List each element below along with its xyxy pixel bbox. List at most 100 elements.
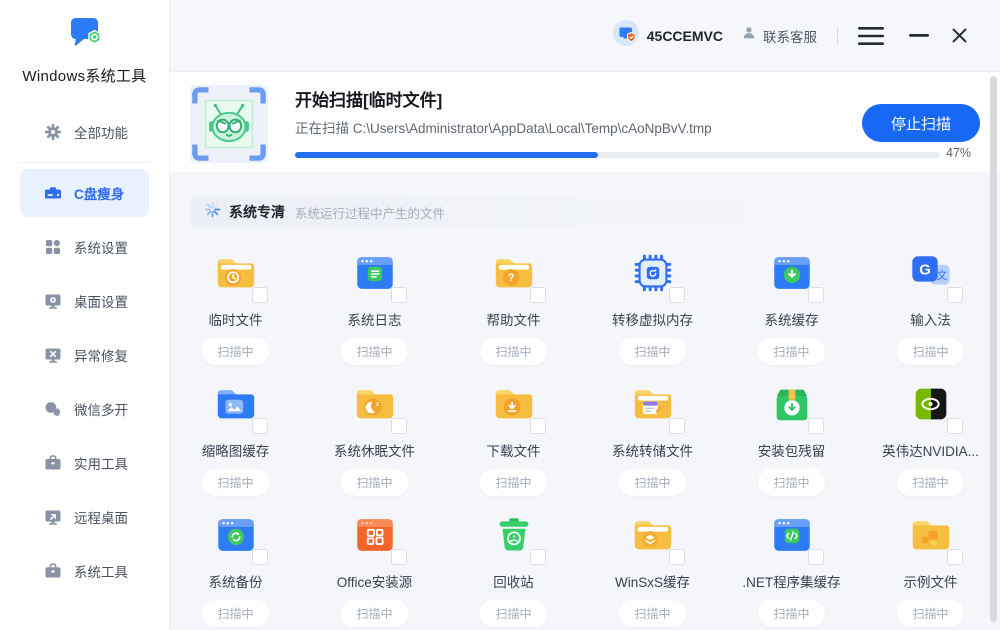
grid-item-folder-image[interactable]: 缩略图缓存 扫描中 [166, 381, 305, 496]
account-chip[interactable]: 45CCEMVC [613, 20, 723, 51]
item-checkbox[interactable] [808, 287, 824, 303]
account-avatar-icon [613, 20, 639, 51]
item-label: 缩略图缓存 [202, 440, 270, 460]
item-status-badge: 扫描中 [897, 469, 963, 496]
sidebar-item-error-repair[interactable]: 异常修复 [20, 331, 149, 379]
item-status-badge: 扫描中 [202, 600, 268, 627]
sidebar-item-remote-desktop[interactable]: 远程桌面 [20, 493, 149, 541]
item-checkbox[interactable] [947, 418, 963, 434]
item-label: 帮助文件 [487, 309, 541, 329]
grid-item-folder-moon[interactable]: z 系统休眠文件 扫描中 [305, 381, 444, 496]
item-status-badge: 扫描中 [202, 338, 268, 365]
grid-item-folder-download[interactable]: 下载文件 扫描中 [444, 381, 583, 496]
drive-icon [44, 184, 62, 202]
item-label: 安装包残留 [758, 440, 826, 460]
item-checkbox[interactable] [947, 549, 963, 565]
scrollbar[interactable] [990, 76, 997, 622]
item-checkbox[interactable] [252, 418, 268, 434]
item-status-badge: 扫描中 [480, 600, 546, 627]
sidebar-item-system-tools[interactable]: 系统工具 [20, 547, 149, 595]
app-logo: Windows系统工具 [0, 0, 169, 86]
item-label: WinSxS缓存 [615, 571, 690, 591]
sidebar-item-label: 桌面设置 [74, 291, 128, 311]
item-checkbox[interactable] [391, 418, 407, 434]
item-checkbox[interactable] [808, 418, 824, 434]
sidebar-item-utilities[interactable]: 实用工具 [20, 439, 149, 487]
svg-text:G: G [919, 262, 931, 278]
sidebar: Windows系统工具 全部功能 C盘瘦身 系统设置 桌面设置 异常修复 微信多… [0, 0, 170, 630]
minimize-icon [909, 34, 929, 38]
grid-item-window-code[interactable]: .NET程序集缓存 扫描中 [722, 512, 861, 627]
close-button[interactable] [951, 27, 968, 44]
sidebar-item-c-drive-slim[interactable]: C盘瘦身 [20, 169, 149, 217]
item-checkbox[interactable] [669, 418, 685, 434]
scan-progress-percent: 47% [946, 146, 971, 160]
sidebar-item-all-features[interactable]: 全部功能 [20, 108, 149, 156]
monitor-tools-icon [44, 346, 62, 364]
section-subtitle: 系统运行过程中产生的文件 [295, 203, 445, 222]
item-checkbox[interactable] [252, 549, 268, 565]
item-status-badge: 扫描中 [897, 600, 963, 627]
item-status-badge: 扫描中 [480, 469, 546, 496]
item-label: .NET程序集缓存 [742, 571, 840, 591]
monitor-arrow-icon [44, 508, 62, 526]
scan-title: 开始扫描[临时文件] [295, 86, 442, 111]
item-status-badge: 扫描中 [619, 338, 685, 365]
grid-item-folder-layers[interactable]: WinSxS缓存 扫描中 [583, 512, 722, 627]
robot-scan-icon [190, 85, 268, 163]
item-checkbox[interactable] [808, 549, 824, 565]
sidebar-item-desktop-settings[interactable]: 桌面设置 [20, 277, 149, 325]
item-checkbox[interactable] [530, 418, 546, 434]
svg-text:z: z [375, 401, 378, 408]
item-status-badge: 扫描中 [341, 600, 407, 627]
item-status-badge: 扫描中 [897, 338, 963, 365]
person-icon [741, 25, 757, 46]
grid-item-nvidia[interactable]: 英伟达NVIDIA... 扫描中 [861, 381, 1000, 496]
item-checkbox[interactable] [252, 287, 268, 303]
svg-text:?: ? [507, 272, 514, 284]
toolbox-icon [44, 454, 62, 472]
contact-support-button[interactable]: 联系客服 [741, 25, 817, 46]
grid-icon [44, 238, 62, 256]
grid-item-folder-question[interactable]: ? 帮助文件 扫描中 [444, 250, 583, 365]
stop-scan-button[interactable]: 停止扫描 [862, 104, 980, 142]
grid-item-window-sync[interactable]: 系统备份 扫描中 [166, 512, 305, 627]
sidebar-item-system-settings[interactable]: 系统设置 [20, 223, 149, 271]
grid-item-box-download[interactable]: 安装包残留 扫描中 [722, 381, 861, 496]
item-status-badge: 扫描中 [202, 469, 268, 496]
item-status-badge: 扫描中 [758, 338, 824, 365]
sidebar-item-wechat-multi[interactable]: 微信多开 [20, 385, 149, 433]
item-status-badge: 扫描中 [758, 469, 824, 496]
scan-grid: 临时文件 扫描中 系统日志 扫描中 ? 帮助文件 扫描中 转移虚拟内存 扫描中 … [166, 250, 1000, 627]
sidebar-nav: 全部功能 C盘瘦身 系统设置 桌面设置 异常修复 微信多开 实用工具 [0, 108, 169, 595]
grid-item-window-list[interactable]: 系统日志 扫描中 [305, 250, 444, 365]
item-checkbox[interactable] [669, 287, 685, 303]
item-checkbox[interactable] [530, 549, 546, 565]
item-label: 系统转储文件 [612, 440, 693, 460]
item-checkbox[interactable] [530, 287, 546, 303]
item-checkbox[interactable] [391, 549, 407, 565]
sidebar-item-label: 全部功能 [74, 122, 128, 142]
grid-item-window-download[interactable]: 系统缓存 扫描中 [722, 250, 861, 365]
item-status-badge: 扫描中 [619, 600, 685, 627]
minimize-button[interactable] [909, 34, 929, 38]
grid-item-folder-clock[interactable]: 临时文件 扫描中 [166, 250, 305, 365]
sidebar-item-label: 远程桌面 [74, 507, 128, 527]
item-checkbox[interactable] [669, 549, 685, 565]
topbar-divider [837, 27, 838, 45]
scan-status-prefix: 正在扫描 [295, 121, 349, 136]
item-status-badge: 扫描中 [758, 600, 824, 627]
grid-item-folder-dump[interactable]: 系统转储文件 扫描中 [583, 381, 722, 496]
item-label: 回收站 [493, 571, 534, 591]
section-header: 系统专清 系统运行过程中产生的文件 [190, 196, 976, 228]
grid-item-recycle-bin[interactable]: 回收站 扫描中 [444, 512, 583, 627]
item-checkbox[interactable] [391, 287, 407, 303]
briefcase-icon [44, 562, 62, 580]
grid-item-office[interactable]: Office安装源 扫描中 [305, 512, 444, 627]
grid-item-chip-refresh[interactable]: 转移虚拟内存 扫描中 [583, 250, 722, 365]
item-label: 系统备份 [209, 571, 263, 591]
menu-button[interactable] [858, 26, 884, 46]
grid-item-translate[interactable]: 文G 输入法 扫描中 [861, 250, 1000, 365]
grid-item-folder-samples[interactable]: 示例文件 扫描中 [861, 512, 1000, 627]
item-checkbox[interactable] [947, 287, 963, 303]
